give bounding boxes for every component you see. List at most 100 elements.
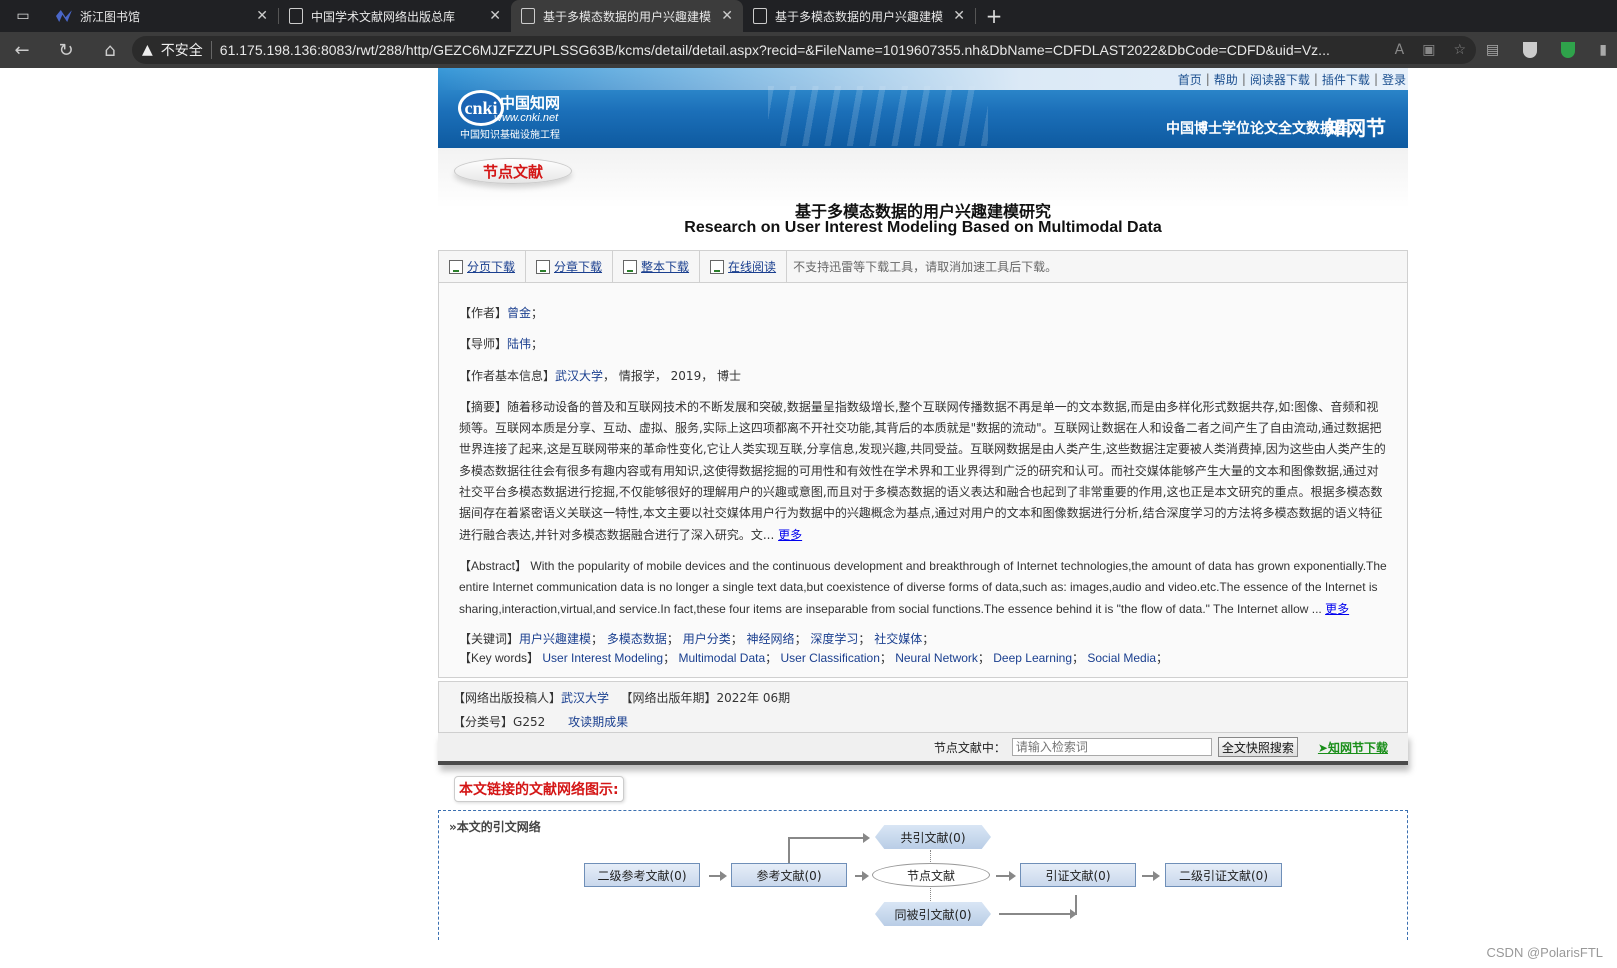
- co-cited-node[interactable]: 共引文献(0): [875, 825, 991, 849]
- publisher-link[interactable]: 武汉大学: [561, 691, 609, 705]
- back-icon[interactable]: ←: [0, 40, 44, 61]
- classification-row: 【分类号】G252 攻读期成果: [453, 710, 1393, 734]
- citing-node[interactable]: 引证文献(0): [1020, 863, 1136, 887]
- abstract-en-text: With the popularity of mobile devices an…: [459, 558, 1387, 616]
- author-info-label: 【作者基本信息】: [459, 368, 556, 383]
- arrow-connector: [1142, 871, 1160, 881]
- author-info-text: ， 情报学， 2019， 博士: [603, 368, 742, 383]
- keyword-link[interactable]: 社交媒体: [874, 632, 922, 646]
- advisor-link[interactable]: 陆伟: [507, 337, 531, 351]
- book-download-icon: [623, 259, 638, 274]
- chapter-download-link[interactable]: 分章下载: [554, 258, 602, 275]
- keyword-en-link[interactable]: Social Media: [1087, 651, 1156, 665]
- abstract-en-more-link[interactable]: 更多: [1325, 602, 1349, 616]
- download-toolbar: 分页下载 分章下载 整本下载 在线阅读 不支持迅雷等下载工具，请取消加速工具后下…: [438, 250, 1408, 283]
- advisor-separator: ；: [531, 337, 544, 352]
- keyword-link[interactable]: 多模态数据: [607, 632, 667, 646]
- keyword-en-link[interactable]: Deep Learning: [993, 651, 1072, 665]
- collections-icon[interactable]: ▤: [1486, 42, 1499, 58]
- keyword-en-link[interactable]: User Classification: [781, 651, 880, 665]
- keyword-en-link[interactable]: Neural Network: [895, 651, 978, 665]
- ref-node[interactable]: 参考文献(0): [731, 863, 847, 887]
- favorite-star-icon[interactable]: ☆: [1453, 42, 1466, 58]
- author-row: 【作者】曾金；: [459, 303, 1389, 324]
- keyword-link[interactable]: 深度学习: [810, 632, 858, 646]
- chapter-download-item[interactable]: 分章下载: [526, 251, 614, 282]
- extension-icon[interactable]: ▮: [1599, 42, 1607, 58]
- download-arrow-icon: ➤: [1317, 740, 1328, 755]
- tab-actions-icon[interactable]: ▭: [0, 0, 46, 32]
- class-label: 【分类号】: [453, 715, 514, 729]
- abstract-label: 【摘要】: [459, 399, 508, 414]
- advisor-row: 【导师】陆伟；: [459, 334, 1389, 355]
- fulltext-search-button[interactable]: 全文快照搜索: [1217, 737, 1298, 757]
- abstract-en: 【Abstract】 With the popularity of mobile…: [459, 556, 1389, 620]
- arrow-connector: [855, 871, 869, 881]
- line-connector: [788, 837, 790, 863]
- author-link[interactable]: 曾金: [507, 306, 531, 320]
- arrow-connector: [788, 833, 870, 843]
- second-citing-node[interactable]: 二级引证文献(0): [1165, 863, 1282, 887]
- download-tool-note: 不支持迅雷等下载工具，请取消加速工具后下载。: [793, 260, 1058, 274]
- search-label: 节点文献中：: [933, 740, 1006, 755]
- page-download-icon: [449, 259, 463, 274]
- dotted-connector: [930, 888, 931, 901]
- keywords-row: 【关键词】用户兴趣建模； 多模态数据； 用户分类； 神经网络； 深度学习； 社交…: [459, 631, 935, 646]
- page-icon: [289, 8, 303, 24]
- arrow-connector: [996, 871, 1016, 881]
- publisher-row: 【网络出版投稿人】武汉大学 【网络出版年期】2022年 06期: [453, 686, 1393, 710]
- reload-icon[interactable]: ↻: [44, 40, 88, 61]
- pubdate-label: 【网络出版年期】: [620, 691, 717, 705]
- keyword-link[interactable]: 用户兴趣建模: [519, 632, 591, 646]
- keyword-en-link[interactable]: Multimodal Data: [678, 651, 765, 665]
- page-download-item[interactable]: 分页下载: [439, 251, 527, 282]
- co-citing-node[interactable]: 同被引文献(0): [875, 902, 991, 926]
- search-input[interactable]: [1011, 738, 1212, 756]
- library-favicon-icon: [56, 10, 72, 22]
- online-read-item[interactable]: 在线阅读: [700, 251, 788, 282]
- second-ref-node[interactable]: 二级参考文献(0): [584, 863, 700, 887]
- publisher-label: 【网络出版投稿人】: [453, 691, 562, 705]
- keyword-link[interactable]: 神经网络: [747, 632, 795, 646]
- author-separator: ；: [531, 306, 544, 320]
- abstract-cn: 【摘要】随着移动设备的普及和互联网技术的不断发展和突破,数据量呈指数级增长,整个…: [459, 397, 1389, 546]
- shield-icon[interactable]: [1523, 42, 1538, 58]
- abstract-more-link[interactable]: 更多: [778, 528, 802, 542]
- author-info-row: 【作者基本信息】武汉大学， 情报学， 2019， 博士: [459, 366, 1389, 387]
- content-column: 分页下载 分章下载 整本下载 在线阅读 不支持迅雷等下载工具，请取消加速工具后下…: [438, 0, 1408, 968]
- zhiwangjie-download-link[interactable]: ➤知网节下载: [1318, 739, 1388, 756]
- keyword-link[interactable]: 用户分类: [683, 632, 731, 646]
- full-download-item[interactable]: 整本下载: [613, 251, 701, 282]
- dotted-connector: [930, 850, 931, 862]
- citation-network-box: »本文的引文网络 共引文献(0) 二级参考文献(0) 参考文献(0) 节点文献 …: [438, 810, 1408, 940]
- immersive-reader-icon[interactable]: ▣: [1422, 42, 1435, 58]
- green-shield-icon[interactable]: [1561, 42, 1576, 58]
- network-heading: 本文链接的文献网络图示:: [454, 776, 624, 802]
- document-details: 【作者】曾金； 【导师】陆伟； 【作者基本信息】武汉大学， 情报学， 2019，…: [438, 283, 1408, 678]
- center-node[interactable]: 节点文献: [872, 863, 990, 887]
- advisor-label: 【导师】: [459, 337, 508, 352]
- tab-zhejiang-library[interactable]: 浙江图书馆 ✕: [46, 0, 278, 32]
- page-download-link[interactable]: 分页下载: [467, 258, 515, 275]
- school-link[interactable]: 武汉大学: [555, 369, 603, 383]
- warning-icon[interactable]: ▲: [142, 42, 153, 58]
- publication-meta: 【网络出版投稿人】武汉大学 【网络出版年期】2022年 06期 【分类号】G25…: [438, 681, 1408, 733]
- home-icon[interactable]: ⌂: [88, 40, 132, 61]
- keywords-en-label: 【Key words】: [459, 650, 540, 665]
- abstract-en-label: 【Abstract】: [459, 558, 528, 573]
- insecure-label[interactable]: 不安全: [161, 40, 203, 60]
- class-number: G252: [513, 715, 546, 729]
- keywords-en-row: 【Key words】 User Interest Modeling； Mult…: [459, 650, 1169, 665]
- online-read-link[interactable]: 在线阅读: [728, 258, 776, 275]
- node-search-strip: 节点文献中： 全文快照搜索 ➤知网节下载: [438, 733, 1408, 765]
- full-download-link[interactable]: 整本下载: [641, 258, 689, 275]
- download-link-text: 知网节下载: [1327, 740, 1388, 755]
- achievement-link[interactable]: 攻读期成果: [568, 715, 628, 729]
- network-subheading: »本文的引文网络: [449, 818, 541, 835]
- keyword-en-link[interactable]: User Interest Modeling: [542, 651, 663, 665]
- close-icon[interactable]: ✕: [256, 8, 268, 24]
- online-read-icon: [710, 259, 725, 274]
- omnibox-divider: [210, 41, 212, 59]
- tab-label: 浙江图书馆: [80, 9, 141, 24]
- abstract-text: 随着移动设备的普及和互联网技术的不断发展和突破,数据量呈指数级增长,整个互联网传…: [459, 399, 1386, 542]
